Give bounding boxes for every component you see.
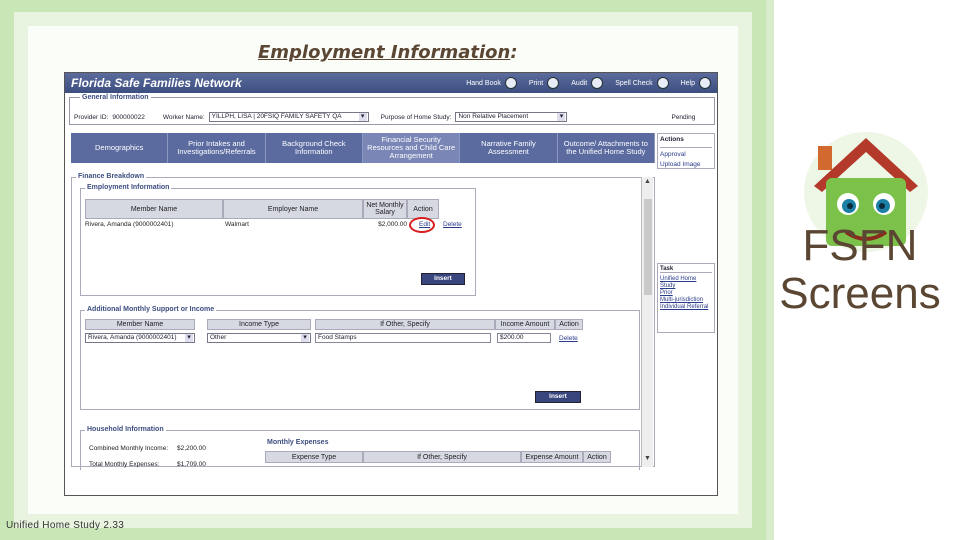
exp-col-specify: If Other, Specify <box>363 451 521 463</box>
emp-col-action: Action <box>407 199 439 219</box>
tab-bar: Demographics Prior Intakes and Investiga… <box>71 133 655 163</box>
nav-help[interactable]: Help <box>681 80 695 87</box>
finance-legend: Finance Breakdown <box>76 173 147 180</box>
slide: Employment Information: FSFN Screens Flo… <box>0 0 960 540</box>
support-section: Additional Monthly Support or Income Mem… <box>80 306 640 410</box>
employment-row: Rivera, Amanda (9000002401) Walmart $2,0… <box>85 221 465 231</box>
fsfn-screenshot: Florida Safe Families Network Hand Book … <box>64 72 718 496</box>
sup-amount-input[interactable]: $200.00 <box>497 333 551 343</box>
slide-title: Employment Information: <box>258 42 518 63</box>
tab-narrative[interactable]: Narrative Family Assessment <box>460 133 558 163</box>
emp-employer: Walmart <box>225 221 249 228</box>
sup-col-specify: If Other, Specify <box>315 319 495 330</box>
task-header: Task <box>660 266 712 273</box>
action-approval[interactable]: Approval <box>660 151 712 158</box>
help-icon[interactable] <box>699 77 711 89</box>
task-prior[interactable]: Prior <box>660 290 712 297</box>
handbook-icon[interactable] <box>504 77 517 89</box>
nav-spell-check[interactable]: Spell Check <box>615 80 652 87</box>
edit-highlight-circle <box>409 217 435 233</box>
actions-header: Actions <box>660 136 712 148</box>
exp-col-amount: Expense Amount <box>521 451 583 463</box>
tab-demographics[interactable]: Demographics <box>71 133 169 163</box>
spell-check-icon[interactable] <box>656 77 669 89</box>
household-section: Household Information Combined Monthly I… <box>80 426 640 470</box>
scroll-up-icon[interactable]: ▲ <box>644 178 651 185</box>
sup-col-type: Income Type <box>207 319 311 330</box>
provider-label: Provider ID: <box>74 113 109 121</box>
exp-col-action: Action <box>583 451 611 463</box>
employment-section: Employment Information Member Name Emplo… <box>80 184 476 296</box>
emp-col-member: Member Name <box>85 199 223 219</box>
slide-title-text: Employment Information <box>258 42 511 63</box>
household-legend: Household Information <box>85 426 166 433</box>
tab-background-check[interactable]: Background Check Information <box>266 133 363 163</box>
sup-delete-link[interactable]: Delete <box>559 335 578 342</box>
nav-handbook[interactable]: Hand Book <box>466 80 501 87</box>
emp-salary: $2,000.00 <box>378 221 407 228</box>
sup-col-amount: Income Amount <box>495 319 555 330</box>
slide-title-colon: : <box>510 42 518 63</box>
sup-insert-button[interactable]: Insert <box>535 391 581 403</box>
slide-footer: Unified Home Study 2.33 <box>6 520 125 531</box>
tab-prior-intakes[interactable]: Prior Intakes and Investigations/Referra… <box>168 133 266 163</box>
emp-col-employer: Employer Name <box>223 199 363 219</box>
vertical-scrollbar[interactable]: ▲ ▼ <box>641 177 653 467</box>
status-text: Pending <box>671 113 696 121</box>
emp-delete-link[interactable]: Delete <box>443 221 462 228</box>
side-caption: FSFN Screens <box>779 221 941 318</box>
provider-id: 900000022 <box>112 113 145 121</box>
app-brand: Florida Safe Families Network <box>71 76 242 90</box>
task-unified-home-study[interactable]: Unified Home Study <box>660 276 712 290</box>
tab-financial-security[interactable]: Financial Security Resources and Child C… <box>362 133 461 163</box>
total-expenses-value: $1,709.00 <box>177 461 206 468</box>
audit-icon[interactable] <box>591 77 604 89</box>
nav-audit[interactable]: Audit <box>571 80 587 87</box>
general-information: General Information Provider ID: 9000000… <box>69 94 715 125</box>
sup-col-action: Action <box>555 319 583 330</box>
employment-legend: Employment Information <box>85 184 172 191</box>
sup-col-member: Member Name <box>85 319 195 330</box>
emp-member: Rivera, Amanda (9000002401) <box>85 221 174 228</box>
sup-type-select[interactable]: Other <box>207 333 311 343</box>
general-row: Provider ID: 900000022 Worker Name: YILL… <box>74 112 695 122</box>
side-panel-edge <box>766 0 774 540</box>
nav-print[interactable]: Print <box>529 80 543 87</box>
worker-select[interactable]: YILLPH, LISA | 20FSIQ FAMILY SAFETY QA <box>208 112 369 122</box>
emp-col-salary: Net Monthly Salary <box>363 199 407 219</box>
worker-label: Worker Name: <box>162 113 205 121</box>
finance-breakdown: Finance Breakdown Employment Information… <box>71 173 655 470</box>
task-multi-jurisdiction[interactable]: Multi-jurisdiction <box>660 297 712 304</box>
purpose-label: Purpose of Home Study: <box>380 113 452 121</box>
action-upload-image[interactable]: Upload Image <box>660 161 712 168</box>
sup-member-select[interactable]: Rivera, Amanda (9000002401) <box>85 333 195 343</box>
support-legend: Additional Monthly Support or Income <box>85 306 217 313</box>
scroll-down-icon[interactable]: ▼ <box>644 455 651 462</box>
sup-specify-input[interactable]: Food Stamps <box>315 333 491 343</box>
total-expenses-label: Total Monthly Expenses: <box>89 461 160 468</box>
exp-col-type: Expense Type <box>265 451 363 463</box>
purpose-select[interactable]: Non Relative Placement <box>455 112 568 122</box>
tab-outcome-attachments[interactable]: Outcome/ Attachments to the Unified Home… <box>558 133 655 163</box>
emp-insert-button[interactable]: Insert <box>421 273 465 285</box>
actions-panel: Actions Approval Upload Image <box>657 133 715 169</box>
task-panel: Task Unified Home Study Prior Multi-juri… <box>657 263 715 333</box>
print-icon[interactable] <box>547 77 560 89</box>
app-header: Florida Safe Families Network Hand Book … <box>65 73 717 93</box>
combined-income-label: Combined Monthly Income: <box>89 445 169 452</box>
combined-income-value: $2,200.00 <box>177 445 206 452</box>
top-nav: Hand Book Print Audit Spell Check Help <box>466 77 711 89</box>
task-individual-referral[interactable]: Individual Referral <box>660 304 712 311</box>
scroll-thumb[interactable] <box>644 199 652 295</box>
monthly-expenses-legend: Monthly Expenses <box>267 439 329 446</box>
general-legend: General Information <box>80 94 151 101</box>
